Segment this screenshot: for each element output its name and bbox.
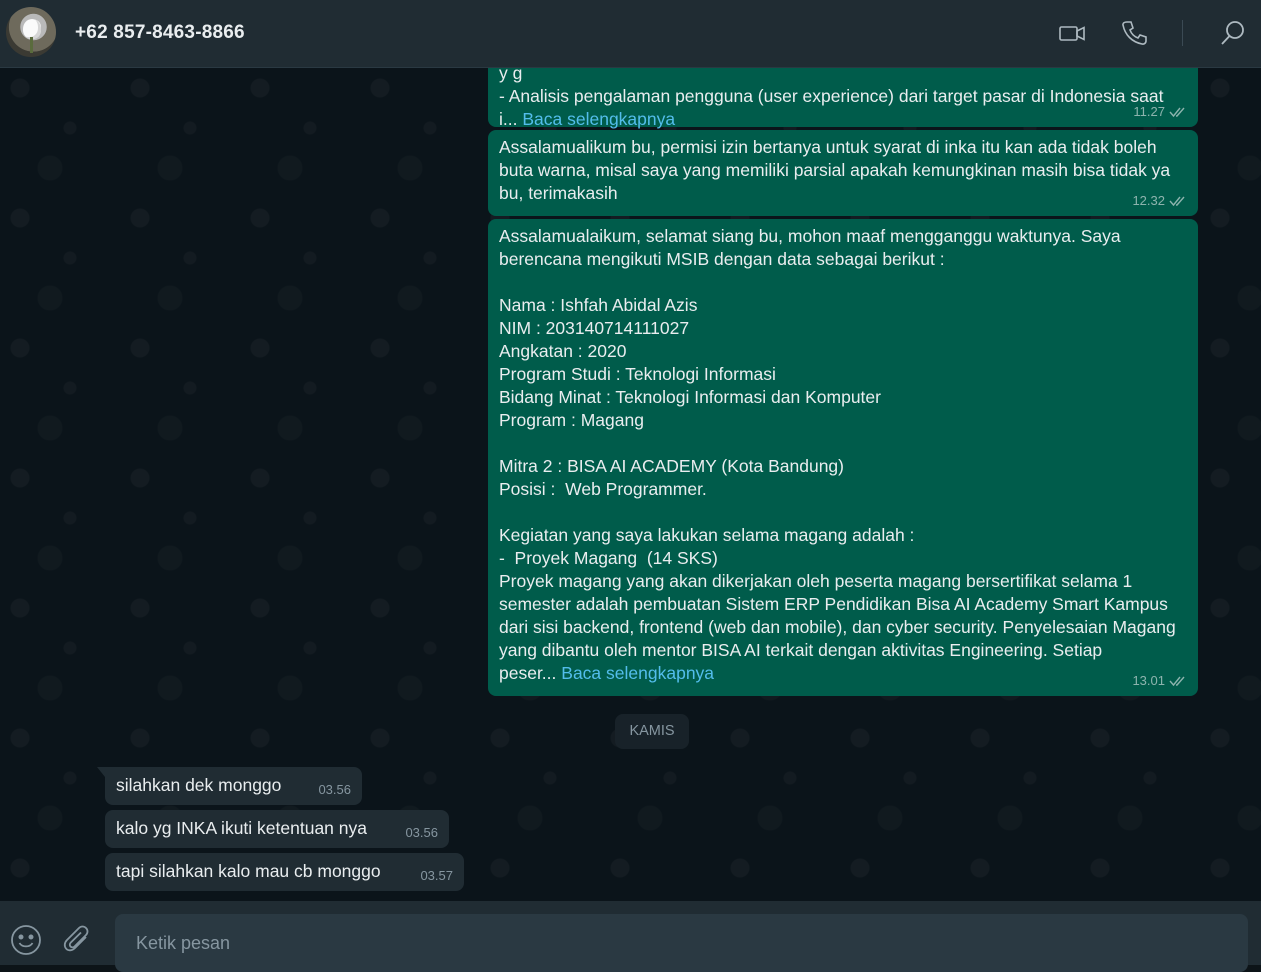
message-line: Angkatan : 2020 (499, 341, 627, 361)
header-divider (1182, 20, 1183, 46)
message-line: dari sisi backend, frontend (web dan mob… (499, 617, 1176, 637)
message-line: Program : Magang (499, 410, 644, 430)
message-line: yang dibantu oleh mentor BISA AI terkait… (499, 640, 1103, 660)
read-more-link[interactable]: Baca selengkapnya (522, 109, 675, 129)
outgoing-message[interactable]: Assalamualaikum, selamat siang bu, mohon… (488, 219, 1198, 696)
message-line: buta warna, misal saya yang memiliki par… (499, 160, 1171, 180)
message-line: Mitra 2 : BISA AI ACADEMY (Kota Bandung) (499, 456, 844, 476)
message-text: tapi silahkan kalo mau cb monggo (116, 861, 381, 881)
chat-area[interactable]: y g - Analisis pengalaman pengguna (user… (0, 68, 1261, 901)
message-line: Posisi : Web Programmer. (499, 479, 707, 499)
message-time: 12.32 (1132, 193, 1165, 208)
message-time: 11.27 (1133, 104, 1165, 119)
double-check-icon (1169, 676, 1185, 686)
message-line: Bidang Minat : Teknologi Informasi dan K… (499, 387, 881, 407)
attach-icon[interactable] (61, 923, 95, 957)
avatar[interactable] (6, 7, 56, 57)
voice-call-icon[interactable] (1119, 18, 1149, 48)
message-meta: 12.32 (1132, 189, 1187, 212)
message-meta: 13.01 (1132, 669, 1187, 692)
message-time: 03.56 (405, 825, 438, 840)
message-input[interactable] (115, 914, 1248, 972)
message-meta: 11.27 (1133, 100, 1187, 123)
double-check-icon (1169, 107, 1185, 117)
message-text: kalo yg INKA ikuti ketentuan nya (116, 818, 367, 838)
message-meta: 03.56 (405, 821, 438, 844)
double-check-icon (1169, 196, 1185, 206)
message-line (499, 432, 1187, 455)
message-time: 03.57 (420, 868, 453, 883)
outgoing-message[interactable]: y g - Analisis pengalaman pengguna (user… (488, 68, 1198, 129)
message-line: bu, terimakasih (499, 183, 618, 203)
message-line (499, 501, 1187, 524)
incoming-message[interactable]: silahkan dek monggo 03.56 (97, 767, 362, 805)
incoming-message[interactable]: tapi silahkan kalo mau cb monggo 03.57 (105, 853, 464, 891)
message-line: Assalamualikum bu, permisi izin bertanya… (499, 137, 1157, 157)
incoming-message[interactable]: kalo yg INKA ikuti ketentuan nya 03.56 (105, 810, 449, 848)
message-line (499, 271, 1187, 294)
message-line: Nama : Ishfah Abidal Azis (499, 295, 698, 315)
message-time: 03.56 (318, 782, 351, 797)
message-text-prefix: peser... (499, 663, 557, 683)
message-line-clipped: y g (499, 68, 523, 83)
read-more-link[interactable]: Baca selengkapnya (561, 663, 714, 683)
message-line: Proyek magang yang akan dikerjakan oleh … (499, 571, 1133, 591)
message-line: berencana mengikuti MSIB dengan data seb… (499, 249, 945, 269)
message-line: - Proyek Magang (14 SKS) (499, 548, 718, 568)
video-call-icon[interactable] (1057, 18, 1087, 48)
message-meta: 03.56 (318, 778, 351, 801)
message-line: NIM : 203140714111027 (499, 318, 690, 338)
message-line: Program Studi : Teknologi Informasi (499, 364, 776, 384)
emoji-icon[interactable] (9, 923, 43, 957)
message-line: peser... Baca selengkapnya (499, 662, 1187, 685)
message-meta: 03.57 (420, 864, 453, 887)
message-line: Assalamualaikum, selamat siang bu, mohon… (499, 226, 1121, 246)
search-icon[interactable] (1218, 18, 1248, 48)
message-line: semester adalah pembuatan Sistem ERP Pen… (499, 594, 1168, 614)
message-text-prefix: i... (499, 109, 518, 129)
message-line: i... Baca selengkapnya (499, 108, 1187, 131)
chat-header: +62 857-8463-8866 (0, 0, 1261, 68)
bubble-tail (97, 767, 105, 777)
message-text: silahkan dek monggo (116, 775, 282, 795)
composer-bar (0, 901, 1261, 972)
outgoing-message[interactable]: Assalamualikum bu, permisi izin bertanya… (488, 130, 1198, 216)
message-time: 13.01 (1132, 673, 1165, 688)
date-separator: KAMIS (615, 714, 689, 749)
contact-name[interactable]: +62 857-8463-8866 (75, 22, 245, 44)
message-line: - Analisis pengalaman pengguna (user exp… (499, 86, 1164, 106)
message-line: Kegiatan yang saya lakukan selama magang… (499, 525, 915, 545)
